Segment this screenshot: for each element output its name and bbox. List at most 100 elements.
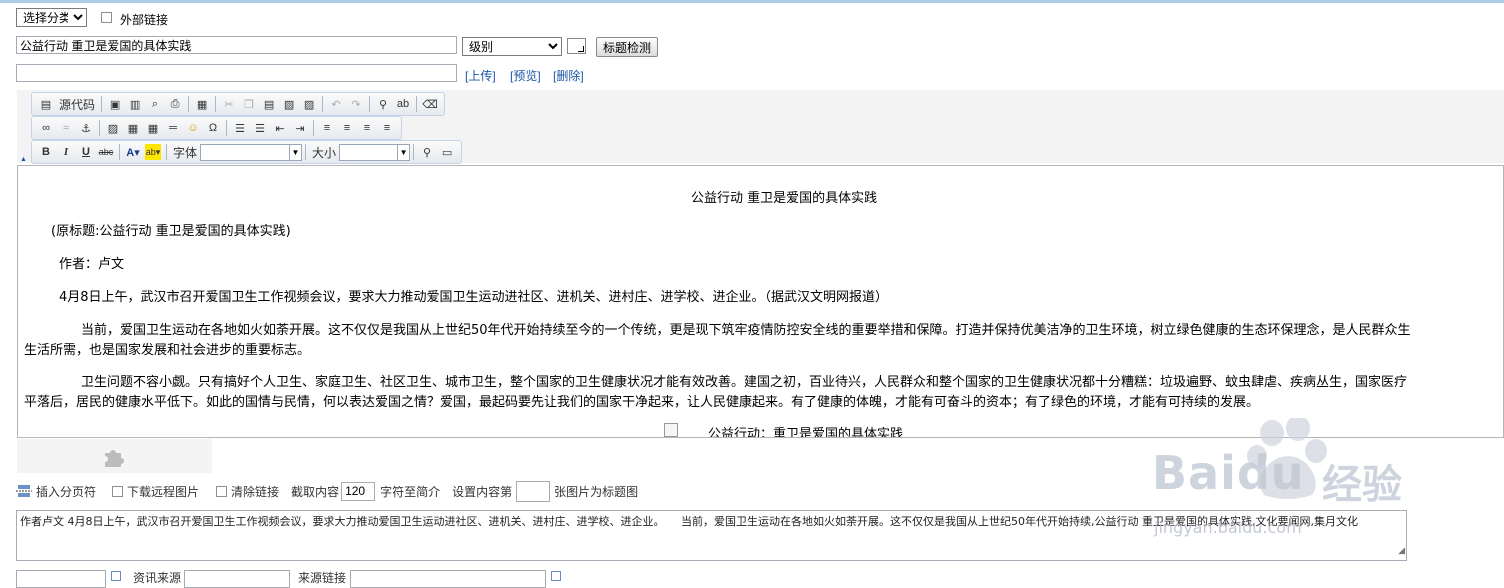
editor-toolbar: ▲ ▤ 源代码 ▣ ▥ ⌕ ⎙ ▦ ✂ ❐ ▤ ▧ ▨ ↶ ↷ ⚲ ab ⌫ ∞… [17,90,1504,164]
image-as-title-label: 张图片为标题图 [554,484,639,499]
download-remote-checkbox[interactable] [112,485,124,497]
align-center-icon[interactable]: ≡ [339,120,355,136]
insert-page-break-button[interactable]: 插入分页符 [36,483,96,500]
category-select[interactable]: 选择分类 [16,8,87,27]
find-icon[interactable]: ⚲ [375,96,391,112]
bold-icon[interactable]: B [38,144,54,160]
templates-icon[interactable]: ▦ [194,96,210,112]
delete-link[interactable]: [删除] [553,67,584,84]
flash-icon[interactable]: ▦ [125,120,141,136]
print-icon[interactable]: ⎙ [167,96,183,112]
toolbar-row-3: B I U abc A▾ ab▾ 字体 ▼ 大小 ▼ ⚲ ▭ [31,140,463,164]
link-icon[interactable]: ∞ [38,120,54,136]
resize-grip-icon[interactable]: ◢ [1398,544,1405,559]
remove-format-icon[interactable]: ⌫ [422,96,438,112]
paragraph-3-line-1: 卫生问题不容小觑。只有搞好个人卫生、家庭卫生、社区卫生、城市卫生，整个国家的卫生… [81,375,1408,390]
size-combo[interactable]: ▼ [339,143,411,161]
original-title: (原标题:公益行动 重卫是爱国的具体实践) [51,224,291,239]
source-icon[interactable]: ▤ [38,96,54,112]
outdent-icon[interactable]: ⇤ [272,120,288,136]
download-remote-label: 下载远程图片 [127,484,200,499]
collapse-toolbar-icon[interactable]: ▲ [20,156,27,163]
smiley-icon[interactable]: ☺ [185,120,201,136]
italic-icon[interactable]: I [58,144,74,160]
help-icon[interactable] [111,571,121,581]
toolbar-row-2: ∞ ≈ ⚓ ▨ ▦ ▦ ═ ☺ Ω ☰ ☰ ⇤ ⇥ ≡ ≡ ≡ ≡ [31,116,402,140]
article-heading: 公益行动 重卫是爱国的具体实践 [691,191,878,206]
indent-icon[interactable]: ⇥ [292,120,308,136]
text-color-icon[interactable]: A▾ [125,144,141,160]
image-icon[interactable]: ▨ [105,120,121,136]
attachment-icon[interactable]: ⚲ [419,144,435,160]
redo-icon[interactable]: ↷ [348,96,364,112]
truncate-length-input[interactable] [341,481,376,501]
toolbar-row-1: ▤ 源代码 ▣ ▥ ⌕ ⎙ ▦ ✂ ❐ ▤ ▧ ▨ ↶ ↷ ⚲ ab ⌫ [31,92,446,116]
table-icon[interactable]: ▦ [145,120,161,136]
preview-icon[interactable]: ⌕ [147,96,163,112]
source-link-help-icon[interactable] [551,571,561,581]
source-link-label: 来源链接 [298,571,347,585]
paragraph-1: 4月8日上午，武汉市召开爱国卫生工作视频会议，要求大力推动爱国卫生运动进社区、进… [59,290,889,305]
paste-icon[interactable]: ▤ [261,96,277,112]
set-content-label: 设置内容第 [452,484,513,499]
font-label: 字体 [173,145,198,160]
image-caption: 公益行动：重卫是爱国的具体实践 [708,427,904,438]
paste-text-icon[interactable]: ▧ [281,96,297,112]
title-color-picker[interactable] [567,38,586,54]
source-label: 资讯来源 [133,571,182,585]
bottom-input-1[interactable] [16,570,106,588]
preview-link[interactable]: [预览] [510,67,541,84]
align-justify-icon[interactable]: ≡ [379,120,395,136]
source-input[interactable] [184,570,290,588]
external-link-checkbox[interactable] [101,12,112,23]
align-left-icon[interactable]: ≡ [319,120,335,136]
paragraph-3-line-2: 平落后，居民的健康水平低下。如此的国情与民情，何以表达爱国之情？爱国，最起码要先… [24,395,1260,410]
author-line: 作者：卢文 [59,257,125,272]
check-title-button[interactable]: 标题检测 [596,37,659,57]
bulleted-list-icon[interactable]: ☰ [252,120,268,136]
replace-icon[interactable]: ab [395,96,411,112]
source-button[interactable]: 源代码 [59,96,95,113]
strikethrough-icon[interactable]: abc [98,144,114,160]
chars-label: 字符至简介 [380,484,441,499]
clear-links-label: 清除链接 [231,484,280,499]
unlink-icon[interactable]: ≈ [58,120,74,136]
paragraph-2-line-1: 当前，爱国卫生运动在各地如火如荼开展。这不仅仅是我国从上世纪50年代开始持续至今… [81,323,1411,338]
summary-text: 作者卢文 4月8日上午，武汉市召开爱国卫生工作视频会议，要求大力推动爱国卫生运动… [20,515,1358,528]
upload-link[interactable]: [上传] [465,67,496,84]
source-link-input[interactable] [350,570,546,588]
title-input[interactable] [16,36,457,54]
truncate-label: 截取内容 [291,484,340,499]
anchor-icon[interactable]: ⚓ [78,120,94,136]
maximize-icon[interactable]: ▭ [439,144,455,160]
editor-content[interactable]: 公益行动 重卫是爱国的具体实践 (原标题:公益行动 重卫是爱国的具体实践) 作者… [17,165,1504,438]
title-image-index-input[interactable] [516,480,551,502]
page-break-icon[interactable] [16,484,32,498]
content-options-row: 插入分页符 下载远程图片 清除链接 截取内容 字符至简介 设置内容第 张图片为标… [16,480,639,502]
align-right-icon[interactable]: ≡ [359,120,375,136]
new-page-icon[interactable]: ▥ [127,96,143,112]
font-combo[interactable]: ▼ [200,143,303,161]
watermark-cn: 经验 [1322,462,1402,508]
save-icon[interactable]: ▣ [107,96,123,112]
plugin-area [17,439,212,473]
special-char-icon[interactable]: Ω [205,120,221,136]
external-link-label: 外部链接 [120,13,169,27]
summary-textarea[interactable]: 作者卢文 4月8日上午，武汉市召开爱国卫生工作视频会议，要求大力推动爱国卫生运动… [16,510,1407,561]
thumbnail-input[interactable] [16,64,457,82]
broken-image-icon [664,423,678,437]
bg-color-icon[interactable]: ab▾ [145,144,161,160]
copy-icon[interactable]: ❐ [241,96,257,112]
underline-icon[interactable]: U [78,144,94,160]
puzzle-icon [105,450,124,467]
numbered-list-icon[interactable]: ☰ [232,120,248,136]
cut-icon[interactable]: ✂ [221,96,237,112]
paste-word-icon[interactable]: ▨ [301,96,317,112]
clear-links-checkbox[interactable] [216,485,228,497]
level-select[interactable]: 级别 [462,37,562,56]
horizontal-rule-icon[interactable]: ═ [165,120,181,136]
undo-icon[interactable]: ↶ [328,96,344,112]
size-label: 大小 [312,145,337,160]
top-border [0,0,1504,3]
paragraph-2-line-2: 生活所需，也是国家发展和社会进步的重要标志。 [24,343,311,358]
